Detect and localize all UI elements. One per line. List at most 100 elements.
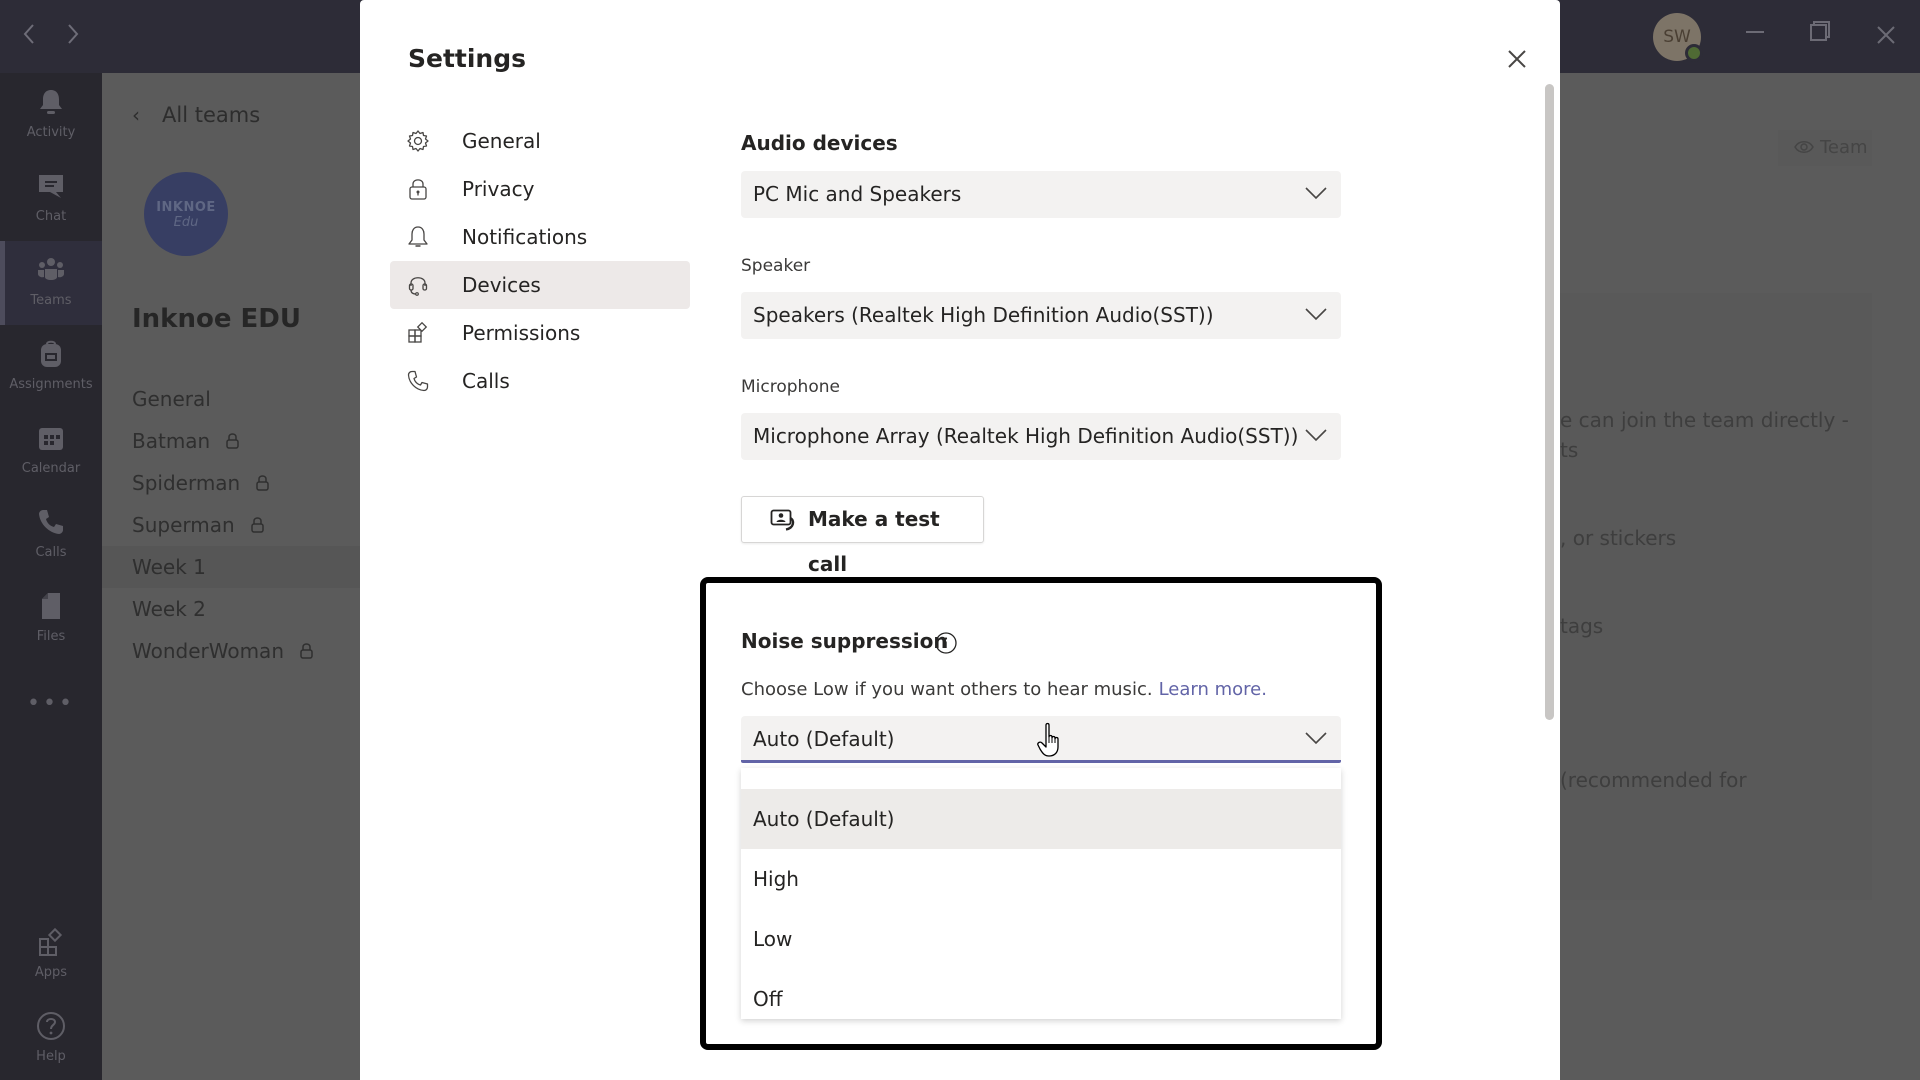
rail-item-activity[interactable]: Activity [0, 73, 102, 157]
restore-icon [1810, 21, 1830, 41]
learn-more-link[interactable]: Learn more. [1159, 679, 1267, 700]
speaker-select[interactable]: Speakers (Realtek High Definition Audio(… [741, 292, 1341, 339]
nav-item-notifications[interactable]: Notifications [390, 213, 690, 261]
background-text-line: tags [1560, 614, 1604, 638]
channel-batman[interactable]: Batman [102, 420, 360, 462]
close-icon [1508, 50, 1526, 68]
chevron-down-icon [1305, 308, 1327, 321]
back-button[interactable] [14, 20, 44, 54]
rail-item-label: Help [36, 1049, 66, 1064]
audio-device-select[interactable]: PC Mic and Speakers [741, 171, 1341, 218]
option-high[interactable]: High [741, 849, 1341, 909]
close-icon [1877, 26, 1895, 44]
channel-name: Week 2 [132, 597, 206, 621]
background-text-line: ts [1560, 438, 1579, 462]
chevron-left-icon: ‹ [132, 103, 140, 127]
rail-item-label: Assignments [9, 377, 93, 392]
channel-wonderwoman[interactable]: WonderWoman [102, 630, 360, 672]
team-logo-line2: Edu [173, 215, 199, 230]
rail-item-calendar[interactable]: Calendar [0, 409, 102, 493]
background-text-line: e can join the team directly - [1560, 408, 1849, 432]
more-apps-button[interactable]: ••• [0, 691, 102, 716]
noise-suppression-heading: Noise suppression [741, 629, 948, 653]
noise-suppression-select[interactable]: Auto (Default) [741, 716, 1341, 763]
app-rail: Activity Chat Teams Assignments Calendar… [0, 73, 102, 1080]
rail-item-files[interactable]: Files [0, 577, 102, 661]
channel-spiderman[interactable]: Spiderman [102, 462, 360, 504]
channel-week-2[interactable]: Week 2 [102, 588, 360, 630]
chevron-left-icon [23, 24, 34, 44]
chevron-down-icon [1305, 187, 1327, 200]
all-teams-link[interactable]: ‹ All teams [132, 103, 260, 127]
info-icon[interactable] [934, 631, 958, 655]
rail-item-label: Activity [26, 125, 76, 140]
channel-name: Week 1 [132, 555, 206, 579]
make-test-call-button[interactable]: Make a test call [741, 496, 984, 576]
rail-item-assignments[interactable]: Assignments [0, 325, 102, 409]
nav-item-permissions[interactable]: Permissions [390, 309, 690, 357]
close-dialog-button[interactable] [1502, 44, 1532, 74]
rail-item-label: Calls [35, 545, 67, 560]
backpack-icon [41, 340, 61, 367]
option-low[interactable]: Low [741, 909, 1341, 969]
lock-icon [256, 475, 269, 491]
nav-item-calls[interactable]: Calls [390, 357, 690, 405]
dialog-scrollbar[interactable] [1545, 84, 1554, 720]
noise-suppression-help: Choose Low if you want others to hear mu… [741, 679, 1267, 700]
all-teams-label: All teams [162, 103, 261, 127]
rail-item-label: Calendar [21, 461, 81, 476]
nav-item-label: Notifications [462, 225, 588, 249]
rail-item-chat[interactable]: Chat [0, 157, 102, 241]
background-text-line: , or stickers [1560, 526, 1677, 550]
rail-item-apps[interactable]: Apps [0, 913, 102, 997]
option-off[interactable]: Off [741, 969, 1341, 1019]
settings-nav: General Privacy Notifications Devices Pe… [390, 117, 690, 405]
team-chip-label: Team [1820, 137, 1868, 158]
noise-suppression-options: Auto (Default) High Low Off [741, 768, 1341, 1019]
lock-icon [409, 179, 427, 200]
microphone-select[interactable]: Microphone Array (Realtek High Definitio… [741, 413, 1341, 460]
minimize-button[interactable] [1733, 14, 1777, 58]
nav-item-label: Calls [462, 369, 510, 393]
settings-dialog: Settings General Privacy Notifications D… [360, 0, 1560, 1080]
rail-item-label: Apps [34, 965, 68, 980]
option-auto-default[interactable]: Auto (Default) [741, 789, 1341, 849]
rail-item-label: Chat [35, 209, 67, 224]
bell-icon [408, 226, 428, 247]
phone-icon [39, 510, 63, 534]
nav-item-label: Permissions [462, 321, 581, 345]
channel-name: WonderWoman [132, 639, 284, 663]
nav-item-label: General [462, 129, 541, 153]
nav-item-devices[interactable]: Devices [390, 261, 690, 309]
select-value: Microphone Array (Realtek High Definitio… [753, 424, 1299, 448]
test-call-icon [770, 509, 795, 531]
apps-icon [408, 321, 428, 343]
rail-item-label: Files [36, 629, 66, 644]
headset-icon [408, 277, 428, 296]
background-text-line: (recommended for [1560, 768, 1747, 792]
dialog-title: Settings [408, 44, 527, 73]
channel-name: General [132, 387, 211, 411]
channel-superman[interactable]: Superman [102, 504, 360, 546]
chevron-down-icon [1305, 732, 1327, 745]
lock-icon [226, 433, 239, 449]
nav-item-privacy[interactable]: Privacy [390, 165, 690, 213]
gear-icon [407, 130, 429, 152]
rail-item-help[interactable]: Help [0, 997, 102, 1080]
team-visibility-chip[interactable]: Team [1778, 130, 1872, 166]
nav-item-general[interactable]: General [390, 117, 690, 165]
file-icon [42, 593, 60, 619]
team-panel: ‹ All teams INKNOE Edu Inknoe EDU General… [102, 73, 360, 1080]
restore-button[interactable] [1798, 14, 1842, 58]
rail-item-calls[interactable]: Calls [0, 493, 102, 577]
apps-icon [39, 927, 63, 956]
speaker-label: Speaker [741, 256, 811, 276]
forward-button[interactable] [58, 20, 88, 54]
lock-icon [300, 643, 313, 659]
rail-item-teams[interactable]: Teams [0, 241, 102, 325]
bell-icon [40, 90, 62, 114]
channel-week-1[interactable]: Week 1 [102, 546, 360, 588]
window-close-button[interactable] [1864, 14, 1908, 58]
channel-name: Batman [132, 429, 211, 453]
channel-general[interactable]: General [102, 378, 360, 420]
